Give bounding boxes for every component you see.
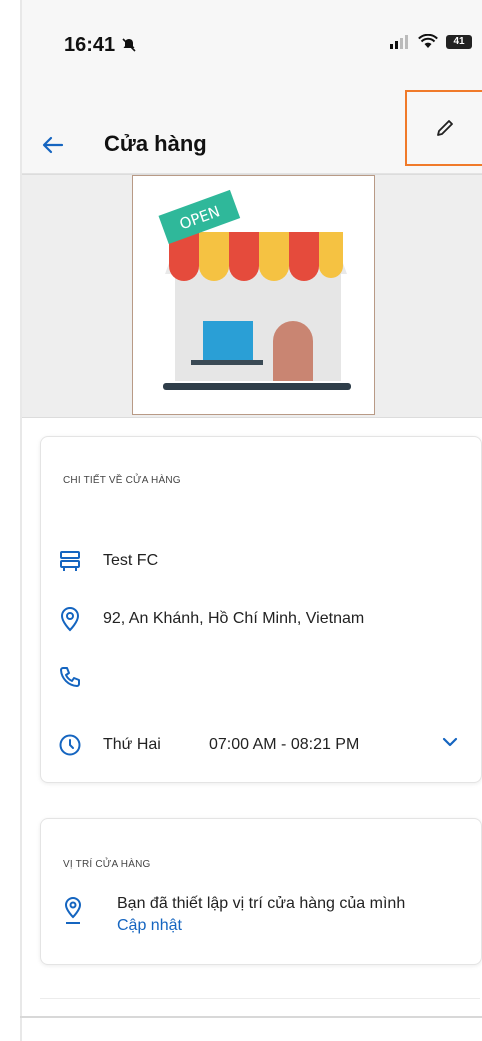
map-pin-icon (63, 897, 83, 930)
storefront-illustration: OPEN (158, 189, 351, 390)
phone-row[interactable] (53, 663, 471, 691)
opening-hours: 07:00 AM - 08:21 PM (209, 736, 360, 753)
divider (40, 998, 480, 999)
hours-row[interactable]: Thứ Hai 07:00 AM - 08:21 PM (53, 731, 471, 759)
details-heading: CHI TIẾT VỀ CỬA HÀNG (63, 475, 181, 486)
store-icon (53, 547, 87, 575)
frame-bottom (20, 1016, 482, 1018)
battery-icon: 41 (446, 34, 472, 49)
store-details-card: CHI TIẾT VỀ CỬA HÀNG Test FC 92, An Khán… (40, 436, 482, 783)
store-image: OPEN (132, 175, 375, 415)
location-pin-icon (53, 605, 87, 633)
address-row: 92, An Khánh, Hồ Chí Minh, Vietnam (53, 605, 471, 633)
arrow-left-icon (42, 136, 64, 154)
location-message: Bạn đã thiết lập vị trí cửa hàng của mìn… (117, 895, 406, 912)
bell-muted-icon (122, 38, 136, 52)
store-address: 92, An Khánh, Hồ Chí Minh, Vietnam (103, 610, 365, 627)
location-message-block: Bạn đã thiết lập vị trí cửa hàng của mìn… (117, 893, 405, 937)
signal-icon (390, 34, 408, 49)
store-name: Test FC (103, 552, 159, 569)
back-button[interactable] (38, 130, 68, 160)
clock-icon (53, 731, 87, 759)
location-heading: VỊ TRÍ CỬA HÀNG (63, 859, 151, 870)
status-time: 16:41 (64, 34, 137, 57)
status-icons: 41 (390, 34, 472, 49)
wifi-icon (418, 34, 438, 48)
update-location-link[interactable]: Cập nhật (117, 915, 405, 937)
store-location-card: VỊ TRÍ CỬA HÀNG Bạn đã thiết lập vị trí … (40, 818, 482, 965)
store-name-row: Test FC (53, 547, 471, 575)
phone-icon (53, 663, 87, 691)
chevron-down-icon[interactable] (439, 731, 461, 758)
opening-day: Thứ Hai (103, 736, 161, 753)
page-title: Cửa hàng (104, 131, 207, 156)
pencil-icon (436, 120, 453, 136)
edit-button[interactable] (405, 90, 482, 166)
